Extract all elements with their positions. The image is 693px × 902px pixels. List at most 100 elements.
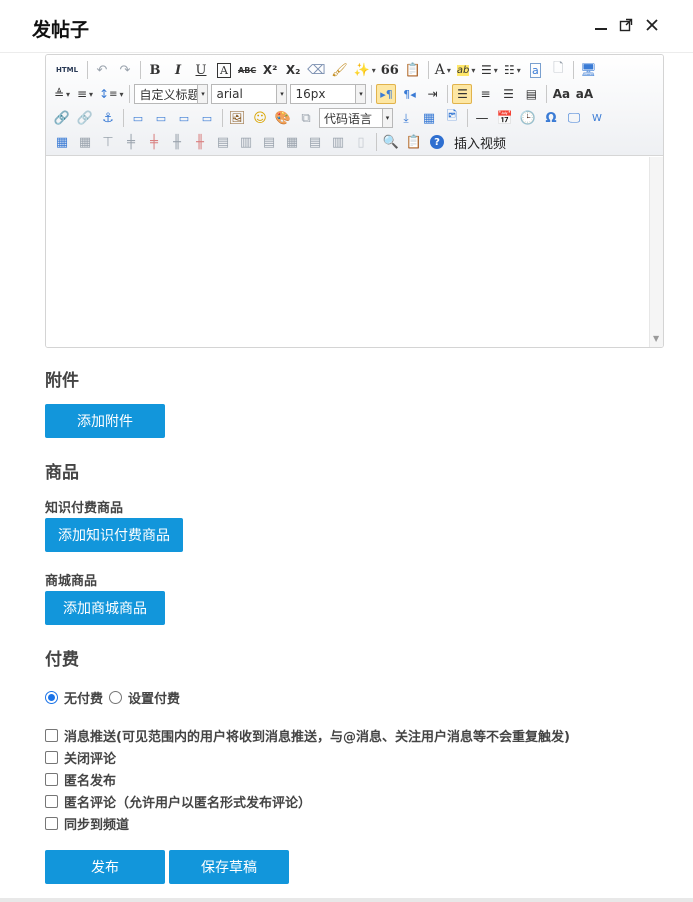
align-right-icon[interactable]: ☰ [498, 84, 518, 104]
insert-table-icon[interactable]: ▦ [52, 132, 72, 152]
undo-icon[interactable]: ↶ [92, 60, 112, 80]
insert-col-icon[interactable]: ╫ [167, 132, 187, 152]
direction-ltr-icon[interactable]: ▸¶ [376, 84, 397, 104]
message-push-option[interactable]: 消息推送(可见范围内的用户将收到消息推送，与@消息、关注用户消息等不会重复触发) [45, 726, 570, 745]
auto-format-icon[interactable]: ✨ ▾ [353, 60, 377, 80]
close-comments-option[interactable]: 关闭评论 [45, 748, 116, 767]
insert-image-icon[interactable]: 🖼 [227, 108, 247, 128]
to-uppercase-icon[interactable]: Aa [551, 84, 571, 104]
align-left-icon[interactable]: ☰ [452, 84, 473, 104]
snapscreen-icon[interactable]: 🖵 [564, 108, 584, 128]
image-right-icon[interactable]: ▭ [174, 108, 194, 128]
row-spacing-bottom-icon[interactable]: ≡ ▾ [75, 84, 95, 104]
italic-button[interactable]: I [168, 60, 188, 80]
word-image-icon[interactable]: W [587, 108, 607, 128]
preview-icon[interactable]: 🖥 [578, 60, 598, 80]
to-lowercase-icon[interactable]: aA [574, 84, 594, 104]
emotion-icon[interactable]: ☺ [250, 108, 270, 128]
scroll-down-icon[interactable]: ▼ [653, 334, 659, 343]
anonymous-comment-option[interactable]: 匿名评论（允许用户以匿名形式发布评论） [45, 792, 311, 811]
message-push-label: 消息推送(可见范围内的用户将收到消息推送，与@消息、关注用户消息等不会重复触发) [64, 730, 570, 745]
forecolor-button[interactable]: A ▾ [433, 60, 453, 80]
add-knowledge-product-button[interactable]: 添加知识付费商品 [45, 518, 183, 552]
paste-plain-icon[interactable]: 📋 [403, 60, 423, 80]
direction-rtl-icon[interactable]: ¶◂ [399, 84, 419, 104]
link-icon[interactable]: 🔗 [52, 108, 72, 128]
split-to-cols-icon[interactable]: ▥ [328, 132, 348, 152]
add-attachment-button[interactable]: 添加附件 [45, 404, 165, 438]
special-chars-icon[interactable]: Ω [541, 108, 561, 128]
superscript-button[interactable]: X² [260, 60, 280, 80]
unordered-list-icon[interactable]: ☷ ▾ [502, 60, 522, 80]
underline-button[interactable]: U [191, 60, 211, 80]
delete-table-icon[interactable]: ▦ [75, 132, 95, 152]
row-spacing-top-icon[interactable]: ≜ ▾ [52, 84, 72, 104]
insert-paragraph-before-table-icon[interactable]: ⊤ [98, 132, 118, 152]
paragraph-select[interactable]: 自定义标题 ▾ [134, 84, 209, 104]
sync-channel-checkbox[interactable] [45, 817, 58, 830]
backcolor-button[interactable]: ab ▾ [456, 60, 477, 80]
subscript-button[interactable]: X₂ [283, 60, 303, 80]
eraser-icon[interactable]: ⌫ [306, 60, 326, 80]
insert-frame-icon[interactable]: ⧉ [296, 108, 316, 128]
merge-right-icon[interactable]: ▥ [236, 132, 256, 152]
help-icon[interactable]: ? [427, 132, 447, 152]
image-center-icon[interactable]: ▭ [197, 108, 217, 128]
minimize-icon[interactable] [590, 14, 612, 36]
html-source-button[interactable]: HTML [52, 60, 82, 80]
format-brush-icon[interactable]: 🖌 [330, 60, 350, 80]
maximize-icon[interactable] [615, 14, 637, 36]
add-mall-product-button[interactable]: 添加商城商品 [45, 591, 165, 625]
editor-scrollbar[interactable]: ▼ [649, 157, 663, 347]
set-payment-radio[interactable] [109, 691, 123, 704]
redo-icon[interactable]: ↷ [115, 60, 135, 80]
time-icon[interactable]: 🕒 [518, 108, 538, 128]
scrawl-icon[interactable]: 🎨 [273, 108, 293, 128]
save-draft-button[interactable]: 保存草稿 [169, 850, 289, 884]
background-icon[interactable]: 🖻 [442, 108, 462, 128]
code-language-select[interactable]: 代码语言 ▾ [319, 108, 393, 128]
indent-icon[interactable]: ⇥ [422, 84, 442, 104]
strikethrough-button[interactable]: ABC [237, 60, 257, 80]
delete-col-icon[interactable]: ╫ [190, 132, 210, 152]
font-family-select[interactable]: arial ▾ [211, 84, 288, 104]
split-to-cells-icon[interactable]: ▦ [282, 132, 302, 152]
horizontal-rule-icon[interactable]: — [472, 108, 492, 128]
no-payment-radio[interactable] [45, 691, 58, 704]
merge-down-icon[interactable]: ▤ [259, 132, 279, 152]
drafts-icon[interactable]: 📋 [404, 132, 424, 152]
date-icon[interactable]: 📅 [495, 108, 515, 128]
clear-doc-icon[interactable]: 🗋 [548, 60, 568, 80]
anonymous-comment-checkbox[interactable] [45, 795, 58, 808]
close-icon[interactable] [641, 14, 663, 36]
message-push-checkbox[interactable] [45, 729, 58, 742]
split-to-rows-icon[interactable]: ▤ [305, 132, 325, 152]
bold-button[interactable]: B [145, 60, 165, 80]
close-comments-checkbox[interactable] [45, 751, 58, 764]
anonymous-post-checkbox[interactable] [45, 773, 58, 786]
image-left-icon[interactable]: ▭ [151, 108, 171, 128]
blockquote-button[interactable]: 66 [380, 60, 400, 80]
page-break-icon[interactable]: ⤓ [396, 108, 416, 128]
font-size-select[interactable]: 16px ▾ [290, 84, 367, 104]
publish-button[interactable]: 发布 [45, 850, 165, 884]
font-border-button[interactable]: A [214, 60, 234, 80]
ordered-list-icon[interactable]: ☰ ▾ [479, 60, 499, 80]
template-icon[interactable]: ▦ [419, 108, 439, 128]
sync-channel-option[interactable]: 同步到频道 [45, 814, 129, 833]
align-center-icon[interactable]: ≡ [475, 84, 495, 104]
insert-video-button[interactable]: 插入视频 [450, 132, 507, 152]
editor-content-area[interactable] [46, 157, 663, 347]
unlink-icon[interactable]: 🔗 [75, 108, 95, 128]
search-replace-icon[interactable]: 🔍 [381, 132, 401, 152]
chart-icon[interactable]: ▯ [351, 132, 371, 152]
select-all-icon[interactable]: a [525, 60, 545, 80]
insert-row-icon[interactable]: ╪ [121, 132, 141, 152]
anonymous-post-option[interactable]: 匿名发布 [45, 770, 116, 789]
line-height-icon[interactable]: ↕ ≡ ▾ [98, 84, 124, 104]
align-justify-icon[interactable]: ▤ [521, 84, 541, 104]
merge-cells-icon[interactable]: ▤ [213, 132, 233, 152]
anchor-icon[interactable]: ⚓ [98, 108, 118, 128]
image-none-icon[interactable]: ▭ [128, 108, 148, 128]
delete-row-icon[interactable]: ╪ [144, 132, 164, 152]
